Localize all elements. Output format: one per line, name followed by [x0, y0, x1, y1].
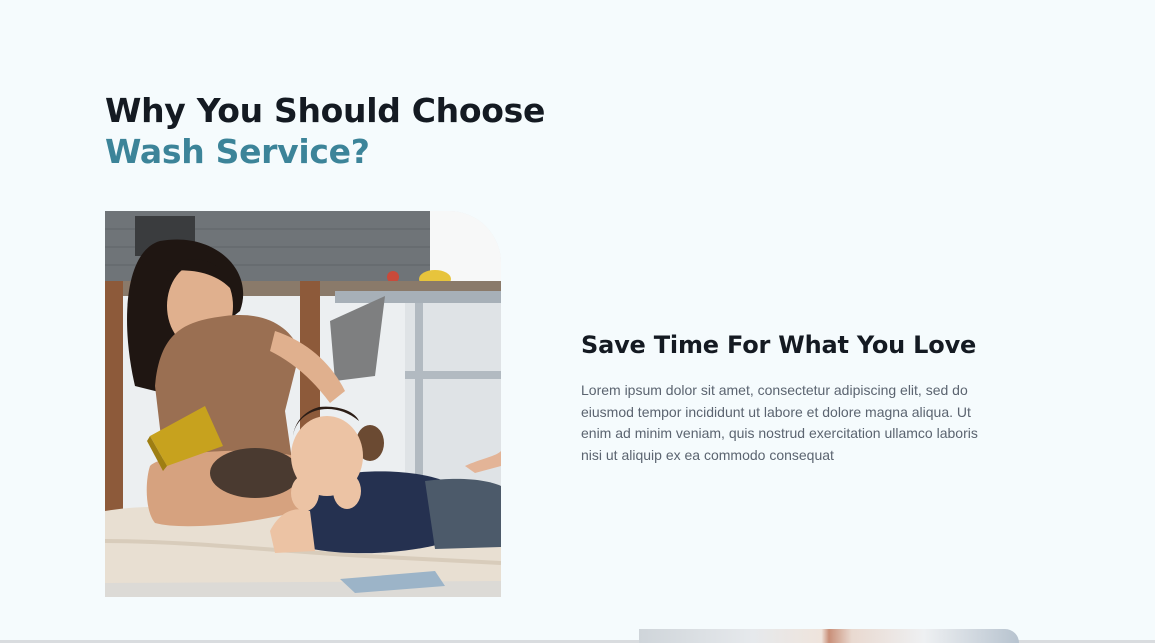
family-photo — [105, 211, 501, 597]
section-heading-line1: Why You Should Choose — [105, 91, 546, 130]
section-heading: Why You Should Choose Wash Service? — [105, 90, 545, 172]
next-feature-photo — [639, 629, 1019, 643]
feature-description: Lorem ipsum dolor sit amet, consectetur … — [581, 382, 978, 463]
section-heading-accent: Wash Service? — [105, 132, 370, 171]
page: Why You Should Choose Wash Service? Save… — [0, 0, 1155, 643]
feature-title: Save Time For What You Love — [581, 331, 977, 359]
